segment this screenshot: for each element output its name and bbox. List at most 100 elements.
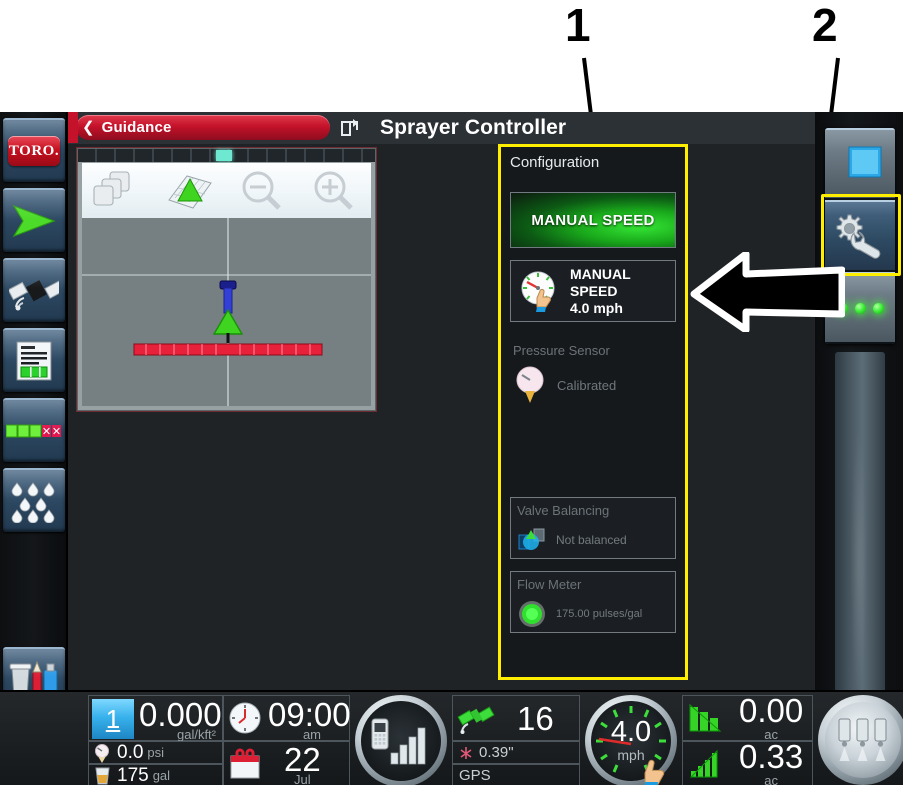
valve-balance-icon bbox=[518, 528, 545, 550]
zoom-out-icon[interactable] bbox=[233, 168, 293, 214]
svg-text:✕: ✕ bbox=[42, 426, 51, 438]
area-bars-icon bbox=[689, 749, 718, 778]
display-screen-icon bbox=[848, 146, 882, 178]
annotation-arrow bbox=[690, 252, 845, 332]
pressure-unit: psi bbox=[147, 745, 165, 760]
manual-speed-button-label: MANUAL SPEED bbox=[531, 211, 655, 229]
guidance-map-panel[interactable] bbox=[77, 148, 376, 411]
guidance-back-tab[interactable]: ❮ Guidance bbox=[68, 112, 330, 143]
gps-label: GPS bbox=[459, 767, 491, 784]
screenshot-root: 1 2 TORO. ✕ ✕ ❮ Guidance Sprayer Control… bbox=[0, 0, 903, 785]
pressure-small-icon bbox=[95, 743, 109, 763]
gps-accuracy-value: 0.39" bbox=[479, 744, 514, 761]
cell-signal-icon bbox=[371, 718, 426, 765]
status-bar: 1 0.000 gal/kft² 0.0 psi 175 gal 09:00 a… bbox=[0, 690, 903, 785]
gps-satellite-icon bbox=[9, 280, 59, 311]
svg-text:✕: ✕ bbox=[52, 426, 61, 438]
callout-number-2: 2 bbox=[812, 0, 838, 51]
speed-dial-hand-icon bbox=[521, 271, 555, 312]
layers-icon[interactable] bbox=[88, 168, 148, 214]
display-screen-button[interactable] bbox=[825, 128, 895, 200]
gps-label-cell: GPS bbox=[452, 764, 580, 785]
configuration-panel: Configuration MANUAL SPEED MANUAL SPEED … bbox=[498, 144, 688, 680]
gps-satellite-icon bbox=[457, 706, 495, 734]
pressure-value: 0.0 bbox=[117, 741, 144, 763]
tank-value: 175 bbox=[117, 764, 149, 785]
boom-sections-button[interactable] bbox=[818, 695, 903, 785]
flow-meter-title: Flow Meter bbox=[517, 577, 582, 592]
gps-satellites-cell[interactable]: 16 bbox=[452, 695, 580, 741]
flow-meter-icon bbox=[519, 601, 545, 627]
rate-cell[interactable]: 1 0.000 gal/kft² bbox=[88, 695, 223, 742]
guidance-tab-label: Guidance bbox=[101, 119, 172, 136]
main-content: ❮ Guidance Sprayer Controller Configurat… bbox=[68, 112, 815, 785]
rate-unit: gal/kft² bbox=[176, 727, 216, 742]
area-total-cell[interactable]: 0.00 ac bbox=[682, 694, 813, 742]
tank-level-icon bbox=[95, 767, 110, 784]
vehicle-and-boom-group bbox=[133, 280, 323, 356]
toro-logo-button[interactable]: TORO. bbox=[3, 118, 65, 182]
zoom-in-icon[interactable] bbox=[305, 168, 365, 214]
toro-logo: TORO. bbox=[8, 136, 60, 166]
hand-touch-icon bbox=[644, 759, 665, 785]
manual-speed-value-text: MANUAL SPEED 4.0 mph bbox=[570, 266, 631, 317]
ms-line1: MANUAL bbox=[570, 265, 631, 282]
pressure-cell[interactable]: 0.0 psi bbox=[88, 741, 223, 764]
gps-satellite-count: 16 bbox=[517, 699, 554, 737]
map-canvas[interactable] bbox=[82, 218, 371, 406]
pressure-sensor-status: Calibrated bbox=[557, 377, 617, 393]
boom-sections-icon bbox=[838, 718, 887, 761]
configuration-title: Configuration bbox=[510, 154, 600, 171]
tank-unit: gal bbox=[152, 768, 171, 783]
pressure-gauge-icon bbox=[516, 366, 544, 403]
date-month: Jul bbox=[294, 772, 311, 785]
callout-number-1: 1 bbox=[565, 0, 591, 51]
clock-cell[interactable]: 09:00 am bbox=[223, 695, 351, 742]
led-indicator bbox=[872, 302, 884, 314]
area-applied-cell[interactable]: 0.33 ac bbox=[682, 738, 813, 785]
flow-meter-status: 175.00 pulses/gal bbox=[556, 608, 643, 620]
sidebar-item-gps[interactable] bbox=[3, 258, 65, 322]
area-bars-icon bbox=[689, 703, 722, 732]
lightbar-marker bbox=[216, 150, 233, 161]
page-title: Sprayer Controller bbox=[380, 116, 567, 139]
clock-meridiem: am bbox=[302, 727, 321, 742]
accuracy-icon bbox=[460, 746, 472, 759]
valve-balancing-group[interactable]: Valve Balancing Not balanced bbox=[510, 497, 676, 559]
share-screen-icon[interactable] bbox=[340, 117, 361, 138]
back-chevron-icon: ❮ bbox=[82, 119, 95, 136]
speed-gauge[interactable]: 4.0 mph bbox=[585, 695, 677, 785]
flow-meter-group[interactable]: Flow Meter 175.00 pulses/gal bbox=[510, 571, 676, 633]
rate-preset-value: 1 bbox=[105, 703, 121, 734]
cell-signal-gauge[interactable] bbox=[355, 695, 447, 785]
field-map-icon[interactable] bbox=[160, 168, 220, 214]
rate-preset-button[interactable]: 1 bbox=[92, 699, 134, 739]
sidebar-item-sections[interactable]: ✕ ✕ bbox=[3, 398, 65, 462]
guidance-arrow-icon bbox=[12, 204, 56, 238]
section-status-icon: ✕ ✕ bbox=[6, 424, 61, 438]
manual-speed-value-button[interactable]: MANUAL SPEED 4.0 mph bbox=[510, 260, 676, 322]
valve-balancing-title: Valve Balancing bbox=[517, 503, 610, 518]
spray-rate-icon bbox=[11, 482, 55, 523]
sidebar-item-spray-rate[interactable] bbox=[3, 468, 65, 532]
tank-cell[interactable]: 175 gal bbox=[88, 764, 223, 785]
lightbar-strip bbox=[78, 149, 375, 162]
spray-boom-icon bbox=[133, 343, 323, 356]
pressure-sensor-group[interactable]: Pressure Sensor Calibrated bbox=[513, 343, 677, 405]
sidebar-item-guidance[interactable] bbox=[3, 188, 65, 252]
left-sidebar: TORO. ✕ ✕ bbox=[0, 112, 68, 785]
map-toolbar bbox=[82, 163, 371, 218]
area-applied-value: 0.33 bbox=[739, 738, 804, 775]
job-report-icon bbox=[16, 341, 52, 381]
title-bar: ❮ Guidance Sprayer Controller bbox=[68, 112, 815, 144]
pressure-sensor-title: Pressure Sensor bbox=[513, 343, 610, 358]
led-indicator bbox=[854, 302, 866, 314]
sprayer-vehicle-icon bbox=[212, 280, 244, 343]
date-cell[interactable]: 22 Jul bbox=[223, 741, 350, 785]
calendar-icon bbox=[230, 748, 260, 779]
right-sidebar bbox=[815, 112, 903, 785]
gps-accuracy-cell[interactable]: 0.39" bbox=[452, 741, 580, 764]
sidebar-item-job-report[interactable] bbox=[3, 328, 65, 392]
manual-speed-toggle-button[interactable]: MANUAL SPEED bbox=[510, 192, 676, 248]
valve-balancing-status: Not balanced bbox=[556, 533, 627, 547]
